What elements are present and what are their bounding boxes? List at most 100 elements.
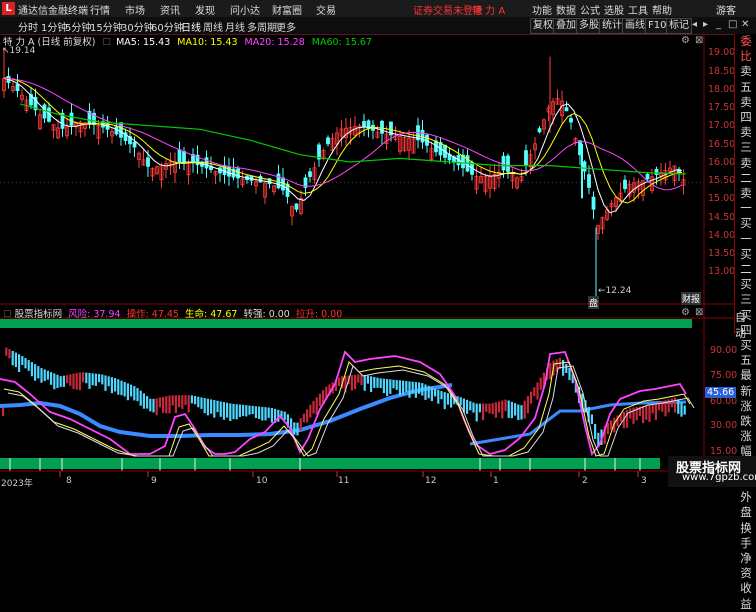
window-max-icon[interactable]: □ (728, 19, 737, 30)
indicator-box-icon[interactable]: ☐ (3, 309, 12, 320)
period-60min[interactable]: 60分钟 (151, 19, 184, 34)
side-item[interactable]: 买五 (735, 338, 756, 368)
hist-bar (670, 398, 673, 408)
side-item[interactable]: 卖二 (735, 156, 756, 186)
period-multi[interactable]: 多周期 (247, 19, 277, 34)
menu-quotes[interactable]: 行情 (90, 2, 110, 17)
indicator-name[interactable]: 股票指标网 (15, 309, 63, 320)
side-item[interactable]: 收益 (735, 581, 756, 611)
hist-bar (123, 382, 126, 397)
price-tick: 16.50 (708, 139, 736, 150)
side-item[interactable]: 买一 (735, 216, 756, 246)
hist-bar (530, 391, 533, 404)
candle-body (506, 155, 510, 172)
side-item[interactable]: 买三 (735, 277, 756, 307)
candle-body (276, 173, 281, 189)
hist-bar (94, 373, 97, 386)
hist-bar (117, 379, 120, 395)
candle-body (564, 107, 569, 112)
hist-bar (494, 402, 497, 418)
side-item[interactable]: 买二 (735, 247, 756, 277)
candle-body (15, 83, 20, 92)
hist-bar (350, 375, 353, 391)
side-item[interactable]: 换手 (735, 521, 756, 551)
side-item[interactable]: 外盘 (735, 490, 756, 520)
hist-bar (642, 406, 645, 424)
period-15min[interactable]: 15分钟 (90, 19, 123, 34)
hist-bar (187, 395, 190, 413)
finance-tag[interactable]: 财报 (681, 292, 702, 305)
hist-bar (536, 382, 539, 400)
hist-bar (504, 399, 507, 412)
hist-bar (40, 368, 43, 383)
candle-body (236, 168, 240, 179)
menu-guest[interactable]: 游客 (716, 2, 736, 17)
menu-formula[interactable]: 公式 (580, 2, 600, 17)
period-30min[interactable]: 30分钟 (121, 19, 154, 34)
price-tick: 17.50 (708, 102, 736, 113)
side-item[interactable]: 最新 (735, 368, 756, 398)
menu-data[interactable]: 数据 (556, 2, 576, 17)
hist-bar (155, 398, 158, 416)
hist-bar (389, 379, 392, 394)
period-1min[interactable]: 1分钟 (41, 19, 67, 34)
side-item[interactable]: 净资 (735, 551, 756, 581)
menu-trade[interactable]: 交易 (316, 2, 336, 17)
side-item[interactable]: 卖五 (735, 64, 756, 94)
period-more[interactable]: 更多 (276, 19, 296, 34)
kline-canvas[interactable] (0, 34, 734, 487)
period-weekly[interactable]: 周线 (203, 19, 223, 34)
hist-bar (510, 401, 513, 419)
side-item[interactable]: 涨跌 (735, 399, 756, 429)
hist-bar (219, 401, 222, 417)
menu-function[interactable]: 功能 (532, 2, 552, 17)
low-tag[interactable]: 盘 (588, 296, 600, 309)
hist-bar (402, 380, 405, 395)
window-close-icon[interactable]: ✕ (741, 19, 749, 30)
menu-select[interactable]: 选股 (604, 2, 624, 17)
period-intraday[interactable]: 分时 (18, 19, 38, 34)
high-mark: ↖19.14 (2, 46, 36, 56)
hist-bar (370, 376, 373, 393)
side-item[interactable]: 卖一 (735, 186, 756, 216)
menu-market[interactable]: 市场 (125, 2, 145, 17)
hist-bar (206, 398, 209, 416)
menu-ask[interactable]: 问小达 (230, 2, 260, 17)
hist-bar (158, 397, 161, 408)
auto-scale-label[interactable]: 自动 (735, 309, 756, 341)
mark-button[interactable]: 标记 (666, 18, 692, 34)
hist-bar (526, 396, 529, 414)
ind-settings-icon[interactable]: ⚙ (681, 307, 690, 318)
side-item[interactable]: 卖三 (735, 125, 756, 155)
hist-bar (88, 372, 91, 389)
hist-bar (434, 388, 437, 397)
hist-bar (210, 399, 213, 414)
candle-body (362, 121, 366, 128)
menu-discover[interactable]: 发现 (195, 2, 215, 17)
menu-tools[interactable]: 工具 (628, 2, 648, 17)
hist-bar (251, 405, 254, 415)
prev-icon[interactable]: ◂ (692, 19, 697, 30)
window-min-icon[interactable]: _ (716, 19, 721, 30)
menu-help[interactable]: 帮助 (652, 2, 672, 17)
period-5min[interactable]: 5分钟 (65, 19, 91, 34)
next-icon[interactable]: ▸ (703, 19, 708, 30)
side-item[interactable]: 卖四 (735, 95, 756, 125)
period-daily[interactable]: 日线 (181, 19, 201, 34)
indicator-operate: 操作: 47.45 (126, 309, 179, 320)
hist-bar (136, 387, 139, 402)
hist-bar (414, 382, 417, 398)
hist-bar (363, 374, 366, 391)
price-tick: 18.50 (708, 66, 736, 77)
period-monthly[interactable]: 月线 (225, 19, 245, 34)
hist-bar (395, 380, 398, 390)
ind-current-value: 45.66 (705, 387, 737, 398)
ind-tick: 75.00 (710, 370, 738, 381)
side-item[interactable]: 委比 (735, 34, 756, 64)
hist-bar (66, 375, 69, 384)
menu-wealth[interactable]: 财富圈 (272, 2, 302, 17)
hist-bar (126, 383, 129, 401)
menu-news[interactable]: 资讯 (160, 2, 180, 17)
candle-body (258, 175, 263, 183)
ind-collapse-icon[interactable]: ⊠ (695, 307, 703, 318)
